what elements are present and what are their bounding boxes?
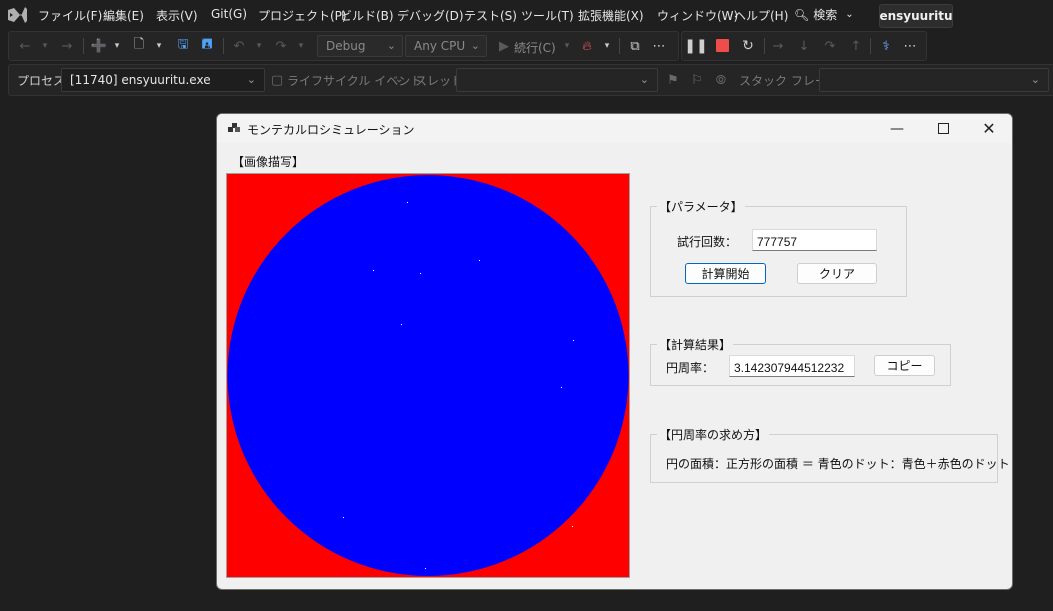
chevron-down-icon[interactable]: ▾ [151, 38, 167, 54]
standard-toolbar: ← ▾ → ➕ ▾ 🗋 ▾ 🖫 🖪 ↶ ▾ ↷ ▾ Debug ⌄ Any CP… [8, 31, 679, 61]
maximize-button[interactable] [920, 114, 966, 143]
chevron-down-icon: ⌄ [246, 73, 256, 86]
results-group-title: 【計算結果】 [657, 336, 734, 353]
app-icon [228, 123, 240, 132]
menu-debug[interactable]: デバッグ(D) [397, 7, 464, 24]
diagnostic-tools-icon[interactable]: ⚕ [878, 38, 894, 54]
circle-area [227, 175, 629, 576]
chevron-down-icon: ⌄ [386, 39, 396, 52]
window-title: モンテカルロシミュレーション [247, 123, 415, 137]
hot-reload-icon[interactable]: 🔥︎ [579, 38, 595, 54]
chevron-down-icon[interactable]: ▾ [109, 38, 125, 54]
close-button[interactable]: ✕ [966, 114, 1012, 143]
solution-name-badge[interactable]: ensyuuritu [879, 4, 953, 28]
chevron-down-icon: ⌄ [639, 73, 649, 86]
chevron-down-icon[interactable]: ▾ [293, 38, 309, 54]
flag-threads-icon[interactable]: ⚐ [689, 72, 705, 88]
visual-studio-logo-icon[interactable] [6, 5, 28, 25]
more-options-icon[interactable]: ⋯ [651, 38, 667, 54]
image-section-label: 【画像描写】 [232, 155, 305, 169]
minimize-icon: — [890, 120, 904, 137]
pi-value-field[interactable] [729, 355, 855, 377]
parameters-group-title: 【パラメータ】 [657, 198, 745, 215]
trials-label: 試行回数： [677, 235, 738, 249]
trials-input[interactable] [752, 229, 877, 251]
platform-select[interactable]: Any CPU ⌄ [405, 35, 487, 57]
menu-build[interactable]: ビルド(B) [340, 7, 394, 24]
menu-edit[interactable]: 編集(E) [103, 7, 144, 24]
menu-tools[interactable]: ツール(T) [521, 7, 574, 24]
step-over-icon[interactable]: ↷ [822, 38, 838, 54]
menu-view[interactable]: 表示(V) [156, 7, 198, 24]
chevron-down-icon[interactable]: ▾ [559, 38, 575, 54]
search-menu[interactable]: 🔍︎ 検索 ⌄ [794, 6, 854, 23]
menu-project[interactable]: プロジェクト(P) [258, 7, 347, 24]
open-file-icon[interactable]: 🗋 [131, 37, 147, 54]
configuration-value: Debug [326, 39, 366, 53]
results-group: 【計算結果】 円周率： コピー [650, 336, 951, 386]
menu-file[interactable]: ファイル(F) [38, 7, 102, 24]
chevron-down-icon[interactable]: ▾ [251, 38, 267, 54]
pi-label: 円周率： [666, 361, 715, 375]
platform-value: Any CPU [414, 39, 466, 53]
chevron-down-icon[interactable]: ⌄ [395, 74, 403, 85]
undo-icon[interactable]: ↶ [231, 38, 247, 54]
navigate-forward-icon[interactable]: → [59, 38, 75, 54]
app-window: モンテカルロシミュレーション — ✕ 【画像描写】 【パラメータ】 試行回数： … [216, 113, 1013, 590]
new-project-icon[interactable]: ➕ [91, 38, 107, 54]
close-icon: ✕ [982, 119, 996, 138]
method-formula: 円の面積：正方形の面積 ＝ 青色のドット：青色＋赤色のドット [666, 457, 1010, 471]
stackframe-select[interactable]: ⌄ [819, 68, 1049, 92]
chevron-down-icon: ⌄ [470, 39, 480, 52]
menu-extensions[interactable]: 拡張機能(X) [578, 7, 644, 24]
simulation-canvas [226, 173, 630, 578]
lifecycle-events-icon: ▢ [270, 72, 284, 88]
save-icon[interactable]: 🖫 [175, 37, 191, 54]
search-icon: 🔍︎ [794, 7, 810, 22]
process-value: [11740] ensyuuritu.exe [70, 73, 211, 87]
menu-bar: ファイル(F) 編集(E) 表示(V) Git(G) プロジェクト(P) ビルド… [0, 0, 1053, 30]
browser-link-icon[interactable]: ⧉ [627, 38, 643, 54]
flag-icon[interactable]: ⚑ [665, 72, 681, 88]
menu-window[interactable]: ウィンドウ(W) [657, 7, 738, 24]
restart-icon[interactable]: ↻ [740, 38, 756, 54]
copy-button[interactable]: コピー [874, 355, 935, 376]
search-label: 検索 [813, 8, 838, 22]
process-select[interactable]: [11740] ensyuuritu.exe ⌄ [61, 68, 265, 92]
save-all-icon[interactable]: 🖪 [199, 37, 215, 54]
menu-test[interactable]: テスト(S) [464, 7, 517, 24]
pause-icon[interactable]: ❚❚ [684, 38, 707, 54]
chevron-down-icon: ⌄ [845, 9, 854, 20]
show-next-statement-icon[interactable]: → [770, 38, 786, 54]
thread-select[interactable]: ⌄ [456, 68, 658, 92]
minimize-button[interactable]: — [874, 114, 920, 143]
chevron-down-icon[interactable]: ▾ [37, 38, 53, 54]
start-calculation-button[interactable]: 計算開始 [685, 263, 766, 284]
continue-label[interactable]: 続行(C) [514, 39, 556, 56]
method-group-title: 【円周率の求め方】 [657, 426, 770, 443]
chevron-down-icon[interactable]: ▾ [599, 38, 615, 54]
navigate-back-icon[interactable]: ← [17, 38, 33, 54]
configuration-select[interactable]: Debug ⌄ [317, 35, 403, 57]
method-group: 【円周率の求め方】 円の面積：正方形の面積 ＝ 青色のドット：青色＋赤色のドット [650, 426, 1010, 483]
redo-icon[interactable]: ↷ [273, 38, 289, 54]
step-into-icon[interactable]: ↓ [796, 38, 812, 54]
simulation-image [227, 174, 629, 577]
menu-git[interactable]: Git(G) [211, 7, 247, 21]
clear-button[interactable]: クリア [797, 263, 877, 284]
chevron-down-icon: ⌄ [1030, 73, 1040, 86]
parameters-group: 【パラメータ】 試行回数： 計算開始 クリア [650, 198, 907, 297]
maximize-icon [937, 123, 949, 134]
menu-help[interactable]: ヘルプ(H) [734, 7, 788, 24]
more-options-icon[interactable]: ⋯ [902, 38, 918, 54]
play-icon[interactable]: ▶ [496, 38, 512, 54]
step-out-icon[interactable]: ↑ [848, 38, 864, 54]
window-title-bar: モンテカルロシミュレーション — ✕ [217, 114, 1012, 143]
stop-icon[interactable] [716, 39, 729, 52]
show-external-code-icon[interactable]: ⦾ [713, 72, 729, 88]
debug-toolbar: ❚❚ ↻ → ↓ ↷ ↑ ⚕ ⋯ [681, 31, 927, 61]
debug-location-bar: プロセス: [11740] ensyuuritu.exe ⌄ ▢ ライフサイクル… [8, 64, 1053, 96]
